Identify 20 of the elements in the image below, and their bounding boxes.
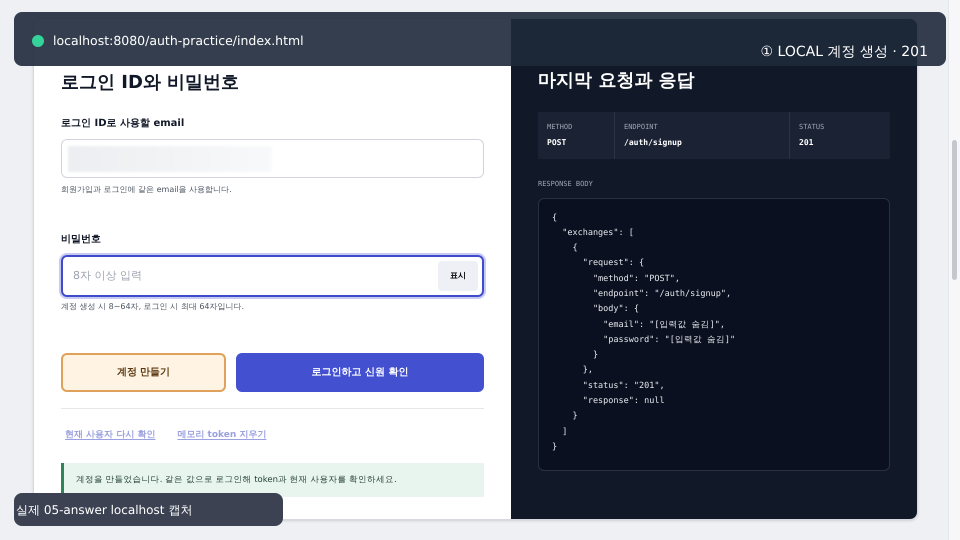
response-body-code: { "exchanges": [ { "request": { "method": "POST", "endpoint": "/auth/signup", "body": { "email": "[입력값 숨김]", "password": "[입력값 숨김]" } }, "status": "201", "response": null } ] }: [538, 198, 890, 470]
summary-value: POST: [547, 136, 568, 149]
password-input-field[interactable]: 8자 이상 입력 표시: [61, 255, 484, 297]
field-label: 로그인 ID로 사용할 email: [61, 117, 186, 131]
success-message: 계정을 만들었습니다. 같은 값으로 로그인해 token과 현재 사용자를 확인하세요.: [61, 462, 484, 496]
caption-overlay: 실제 05-answer localhost 캡처: [14, 493, 283, 526]
scrollbar[interactable]: [948, 0, 960, 540]
help-text: 계정 생성 시 8~64자, 로그인 시 최대 64자입니다.: [61, 301, 246, 313]
field-label: 비밀번호: [61, 233, 102, 247]
email-input-field[interactable]: [61, 139, 484, 178]
create-account-button[interactable]: 계정 만들기: [61, 353, 226, 392]
login-button[interactable]: 로그인하고 신원 확인: [236, 353, 484, 392]
summary-value: /auth/signup: [624, 136, 683, 149]
form-title: 로그인 ID와 비밀번호: [61, 71, 240, 95]
summary-value: 201: [799, 136, 814, 149]
help-text: 회원가입과 로그인에 같은 email을 사용합니다.: [61, 184, 233, 196]
page-url: localhost:8080/auth-practice/index.html: [53, 32, 304, 50]
step-label: ① LOCAL 계정 생성 · 201: [760, 43, 928, 62]
evidence-title: 마지막 요청과 응답: [538, 69, 696, 93]
show-password-button[interactable]: 표시: [438, 261, 478, 291]
